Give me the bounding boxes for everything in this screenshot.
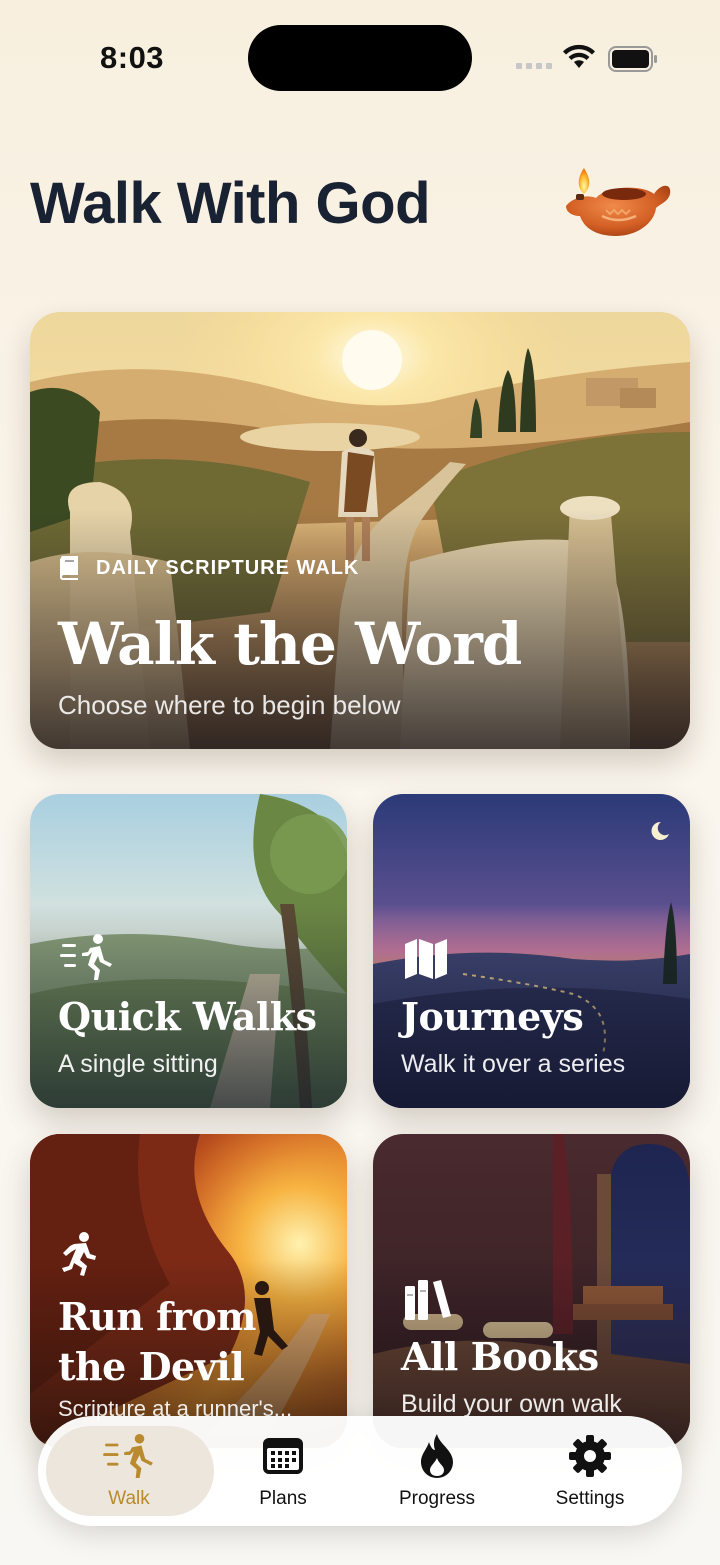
tab-plans-label: Plans xyxy=(259,1488,307,1509)
quick-walks-subtitle: A single sitting xyxy=(58,1050,218,1078)
walking-person-icon xyxy=(60,934,112,980)
map-icon xyxy=(405,939,447,979)
journeys-subtitle: Walk it over a series xyxy=(401,1050,626,1078)
hero-illustration xyxy=(30,312,690,749)
tab-progress[interactable]: Progress xyxy=(362,1428,512,1514)
tab-plans[interactable]: Plans xyxy=(208,1428,358,1514)
tab-bar: Walk Plans Progress Settings xyxy=(38,1416,682,1526)
page-title: Walk With God xyxy=(30,171,431,236)
battery-icon xyxy=(608,46,657,72)
tab-walk-label: Walk xyxy=(108,1488,150,1509)
wifi-icon xyxy=(563,44,595,68)
books-icon xyxy=(405,1280,451,1320)
run-title-line2: the Devil xyxy=(58,1344,245,1389)
quick-walks-title: Quick Walks xyxy=(58,994,317,1039)
tab-progress-label: Progress xyxy=(398,1488,476,1509)
book-icon xyxy=(60,556,78,580)
calendar-icon xyxy=(263,1438,303,1474)
tab-walk[interactable]: Walk xyxy=(54,1428,204,1514)
run-title-line1: Run from xyxy=(58,1294,257,1339)
oil-lamp-icon xyxy=(566,168,671,236)
run-from-the-devil-card[interactable]: Run from the Devil Scripture at a runner… xyxy=(30,1134,347,1448)
walk-the-word-card[interactable]: DAILY SCRIPTURE WALK Walk the Word Choos… xyxy=(30,312,690,749)
status-bar: 8:03 xyxy=(0,0,720,120)
hero-eyebrow-label: DAILY SCRIPTURE WALK xyxy=(96,556,360,579)
status-time: 8:03 xyxy=(100,40,165,75)
tab-settings-label: Settings xyxy=(555,1488,625,1509)
all-books-title: All Books xyxy=(401,1334,599,1379)
run-from-the-devil-title: Run from the Devil xyxy=(58,1292,257,1392)
all-books-card[interactable]: All Books Build your own walk xyxy=(373,1134,690,1448)
gear-icon xyxy=(569,1435,611,1477)
tab-settings[interactable]: Settings xyxy=(515,1428,665,1514)
dynamic-island xyxy=(248,25,472,91)
walk-icon xyxy=(103,1434,153,1478)
hero-eyebrow: DAILY SCRIPTURE WALK xyxy=(58,556,359,580)
hero-title: Walk the Word xyxy=(58,610,522,678)
journeys-card[interactable]: Journeys Walk it over a series xyxy=(373,794,690,1108)
hero-subtitle: Choose where to begin below xyxy=(58,690,401,720)
cellular-signal-icon xyxy=(516,63,552,69)
flame-icon xyxy=(421,1434,453,1478)
running-person-icon xyxy=(62,1232,96,1276)
journeys-title: Journeys xyxy=(401,994,584,1039)
quick-walks-card[interactable]: Quick Walks A single sitting xyxy=(30,794,347,1108)
all-books-subtitle: Build your own walk xyxy=(401,1390,622,1418)
